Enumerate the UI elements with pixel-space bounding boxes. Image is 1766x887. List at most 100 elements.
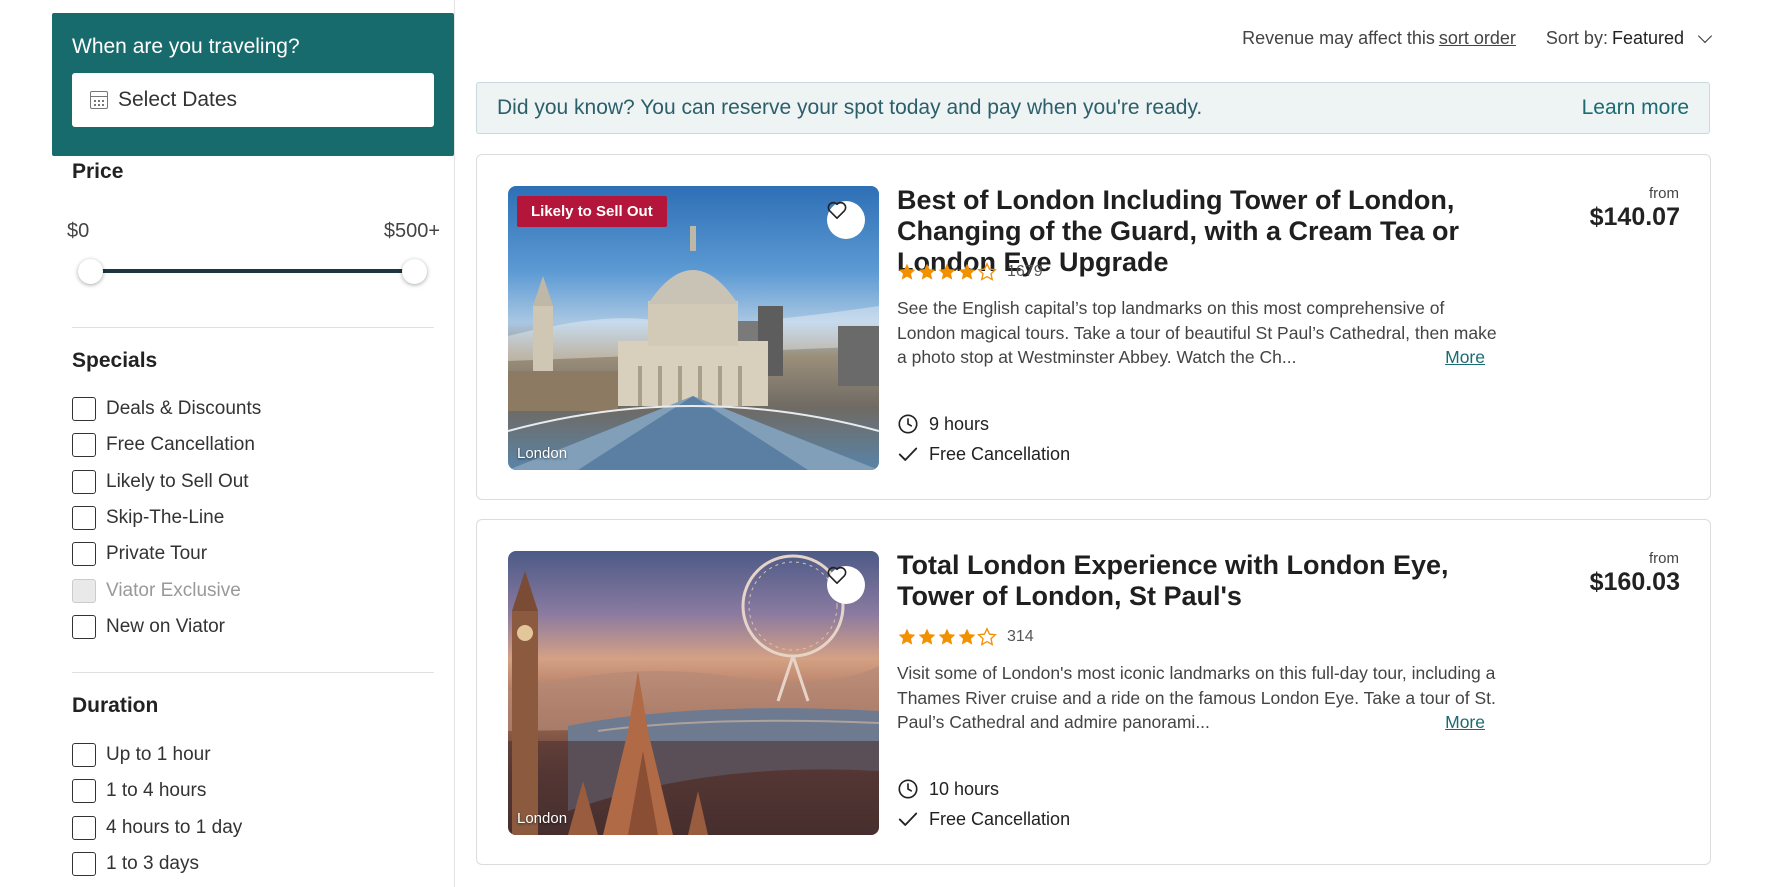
product-price: $160.03 bbox=[1589, 568, 1680, 596]
product-price: $140.07 bbox=[1589, 203, 1680, 231]
specials-option-viator-exclusive: Viator Exclusive bbox=[72, 572, 261, 608]
specials-option-skip-the-line[interactable]: Skip-The-Line bbox=[72, 500, 261, 536]
product-image[interactable]: London bbox=[508, 551, 879, 835]
select-dates-button[interactable]: Select Dates bbox=[72, 73, 434, 127]
option-label: Viator Exclusive bbox=[106, 579, 241, 601]
chevron-down-icon bbox=[1697, 28, 1713, 43]
specials-option-private-tour[interactable]: Private Tour bbox=[72, 536, 261, 572]
price-slider-max-handle[interactable] bbox=[402, 259, 427, 284]
duration-option-1-to-4-hours[interactable]: 1 to 4 hours bbox=[72, 773, 242, 809]
review-count: 1679 bbox=[1007, 263, 1043, 280]
price-from-label: from bbox=[1649, 185, 1679, 202]
st-pauls-illustration bbox=[508, 226, 879, 470]
duration-option-1-to-3-days[interactable]: 1 to 3 days bbox=[72, 846, 242, 882]
product-card[interactable]: Likely to Sell Out London Best of London… bbox=[476, 154, 1711, 500]
option-label: 1 to 4 hours bbox=[106, 780, 207, 802]
date-panel: When are you traveling? Select Dates bbox=[52, 13, 454, 156]
option-label: Free Cancellation bbox=[106, 434, 255, 456]
option-label: Private Tour bbox=[106, 543, 208, 565]
cancellation-text: Free Cancellation bbox=[929, 808, 1071, 829]
star-icon bbox=[898, 628, 916, 645]
duration-option-4-hours-to-1-day[interactable]: 4 hours to 1 day bbox=[72, 810, 242, 846]
duration-row: 10 hours bbox=[897, 778, 999, 800]
product-location: London bbox=[517, 445, 568, 462]
specials-option-likely-to-sell-out[interactable]: Likely to Sell Out bbox=[72, 464, 261, 500]
duration-option-up-to-1-hour[interactable]: Up to 1 hour bbox=[72, 737, 242, 773]
info-banner-message: Did you know? You can reserve your spot … bbox=[497, 96, 1203, 119]
duration-list: Up to 1 hour 1 to 4 hours 4 hours to 1 d… bbox=[72, 737, 242, 882]
price-slider-track[interactable] bbox=[92, 269, 414, 273]
option-label: 1 to 3 days bbox=[106, 853, 199, 875]
option-label: Likely to Sell Out bbox=[106, 470, 249, 492]
product-description: See the English capital’s top landmarks … bbox=[897, 296, 1497, 370]
info-banner: Did you know? You can reserve your spot … bbox=[476, 82, 1710, 134]
checkbox[interactable] bbox=[72, 469, 96, 494]
results-toolbar: Revenue may affect this sort order Sort b… bbox=[1242, 28, 1713, 49]
price-slider-min-handle[interactable] bbox=[78, 259, 103, 284]
checkbox[interactable] bbox=[72, 852, 96, 877]
checkbox[interactable] bbox=[72, 542, 96, 567]
cancellation-row: Free Cancellation bbox=[897, 808, 1070, 830]
description-text: Visit some of London's most iconic landm… bbox=[897, 663, 1496, 732]
check-icon bbox=[898, 447, 918, 461]
duration-filter-title: Duration bbox=[72, 694, 159, 717]
more-link[interactable]: More bbox=[1441, 710, 1485, 735]
cancellation-text: Free Cancellation bbox=[929, 443, 1071, 464]
checkbox[interactable] bbox=[72, 815, 96, 840]
sort-dropdown[interactable]: Sort by: Featured bbox=[1545, 28, 1713, 49]
filters-sidebar: When are you traveling? Select Dates Pri… bbox=[52, 0, 455, 887]
specials-list: Deals & Discounts Free Cancellation Like… bbox=[72, 391, 261, 645]
checkbox[interactable] bbox=[72, 506, 96, 531]
heart-icon[interactable] bbox=[827, 201, 865, 239]
duration-row: 9 hours bbox=[897, 413, 989, 435]
sort-order-link[interactable]: sort order bbox=[1439, 28, 1516, 48]
specials-option-deals[interactable]: Deals & Discounts bbox=[72, 391, 261, 427]
option-label: 4 hours to 1 day bbox=[106, 816, 243, 838]
checkbox[interactable] bbox=[72, 614, 96, 639]
london-skyline-illustration bbox=[508, 554, 879, 835]
product-location: London bbox=[517, 810, 568, 827]
duration-text: 9 hours bbox=[929, 413, 990, 434]
price-from-label: from bbox=[1649, 550, 1679, 567]
revenue-text: Revenue may affect this bbox=[1242, 28, 1435, 48]
star-icon bbox=[958, 628, 976, 645]
product-card[interactable]: London Total London Experience with Lond… bbox=[476, 519, 1711, 865]
divider bbox=[72, 327, 434, 328]
review-count: 314 bbox=[1007, 628, 1034, 645]
checkbox[interactable] bbox=[72, 433, 96, 458]
price-max-label: $500+ bbox=[383, 220, 440, 242]
option-label: Deals & Discounts bbox=[106, 398, 262, 420]
specials-option-new-on-viator[interactable]: New on Viator bbox=[72, 609, 261, 645]
product-image[interactable]: Likely to Sell Out London bbox=[508, 186, 879, 470]
heart-icon[interactable] bbox=[827, 566, 865, 604]
checkbox[interactable] bbox=[72, 743, 96, 768]
rating-stars: 314 bbox=[897, 627, 1034, 647]
date-panel-title: When are you traveling? bbox=[72, 35, 300, 58]
price-min-label: $0 bbox=[67, 220, 90, 242]
sort-label: Sort by: bbox=[1545, 28, 1608, 48]
star-icon bbox=[918, 628, 936, 645]
clock-icon bbox=[898, 779, 918, 799]
more-link[interactable]: More bbox=[1441, 345, 1485, 370]
checkbox[interactable] bbox=[72, 397, 96, 422]
calendar-icon bbox=[90, 91, 108, 109]
star-icon bbox=[938, 263, 956, 280]
price-filter-title: Price bbox=[72, 160, 124, 183]
duration-text: 10 hours bbox=[929, 778, 1000, 799]
checkbox bbox=[72, 578, 96, 603]
specials-option-free-cancellation[interactable]: Free Cancellation bbox=[72, 427, 261, 463]
divider bbox=[72, 672, 434, 673]
star-icon bbox=[898, 263, 916, 280]
star-icon bbox=[977, 627, 997, 646]
learn-more-link[interactable]: Learn more bbox=[1582, 96, 1689, 120]
rating-stars: 1679 bbox=[897, 262, 1043, 282]
specials-filter-title: Specials bbox=[72, 349, 158, 372]
star-icon bbox=[958, 263, 976, 280]
description-text: See the English capital’s top landmarks … bbox=[897, 298, 1497, 367]
option-label: Skip-The-Line bbox=[106, 507, 225, 529]
clock-icon bbox=[898, 414, 918, 434]
product-title[interactable]: Total London Experience with London Eye,… bbox=[897, 550, 1497, 612]
sort-value: Featured bbox=[1611, 28, 1684, 48]
star-icon bbox=[918, 263, 936, 280]
checkbox[interactable] bbox=[72, 779, 96, 804]
